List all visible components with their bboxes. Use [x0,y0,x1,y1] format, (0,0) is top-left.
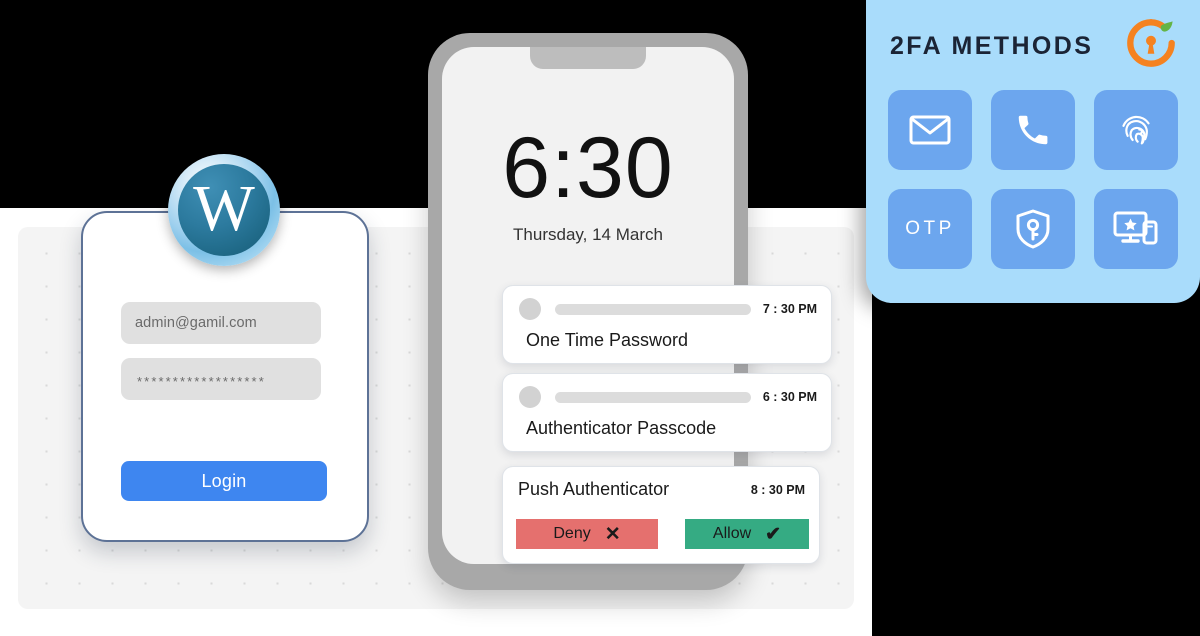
deny-button[interactable]: Deny ✕ [516,519,658,549]
wordpress-logo-icon: W [178,164,270,256]
password-value: ****************** [137,373,266,389]
notification-card-push[interactable]: Push Authenticator 8 : 30 PM Deny ✕ Allo… [502,466,820,564]
twofa-methods-card: 2FA METHODS OTP [866,0,1200,303]
notification-header: 6 : 30 PM [519,386,817,408]
push-notification-timestamp: 8 : 30 PM [750,483,805,497]
text-placeholder-bar [555,391,751,403]
wordpress-logo: W [168,154,280,266]
email-field[interactable]: admin@gamil.com [121,302,321,344]
notification-title: One Time Password [526,330,689,350]
envelope-icon [909,114,951,146]
deny-label: Deny [553,525,591,542]
trusted-devices-icon [1113,210,1159,248]
twofa-method-grid: OTP [888,90,1178,269]
text-placeholder-bar [555,303,751,315]
twofa-card-title: 2FA METHODS [890,32,1094,60]
method-tile-phone-call[interactable] [991,90,1075,170]
method-tile-shield-key[interactable] [991,189,1075,269]
email-value: admin@gamil.com [135,315,257,331]
check-icon: ✔ [765,523,782,545]
push-notification-title: Push Authenticator [518,479,670,499]
avatar [519,386,541,408]
method-tile-email[interactable] [888,90,972,170]
fingerprint-icon [1116,110,1156,150]
close-icon: ✕ [604,523,621,545]
phone-notch [530,47,646,69]
notification-card-otp[interactable]: 7 : 30 PM One Time Password [502,285,832,364]
miniorange-lock-logo [1124,16,1178,70]
lockscreen-date: Thursday, 14 March [513,225,663,244]
phone-call-icon [1014,111,1052,149]
notification-card-authenticator[interactable]: 6 : 30 PM Authenticator Passcode [502,373,832,452]
shield-key-icon [1014,208,1052,250]
notification-timestamp: 6 : 30 PM [762,390,817,404]
avatar [519,298,541,320]
notification-timestamp: 7 : 30 PM [762,302,817,316]
svg-text:W: W [193,173,255,245]
notification-header: 7 : 30 PM [519,298,817,320]
lockscreen-time: 6:30 [502,120,674,216]
method-tile-otp[interactable]: OTP [888,189,972,269]
password-field[interactable]: ****************** [121,358,321,400]
method-tile-trusted-devices[interactable] [1094,189,1178,269]
method-tile-fingerprint[interactable] [1094,90,1178,170]
illustration-stage: 6:30 Thursday, 14 March 7 : 30 PM One Ti… [0,0,1200,636]
allow-button[interactable]: Allow ✔ [685,519,809,549]
otp-text-icon: OTP [905,218,955,239]
allow-label: Allow [712,525,752,542]
notification-title: Authenticator Passcode [526,418,717,438]
login-button[interactable]: Login [121,461,327,501]
